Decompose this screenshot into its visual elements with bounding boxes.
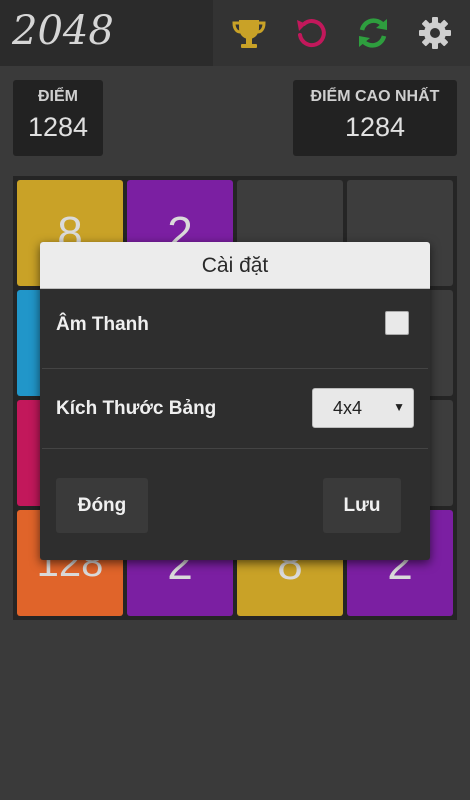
save-button[interactable]: Lưu bbox=[323, 478, 401, 533]
best-score-box: ĐIỂM CAO NHẤT 1284 bbox=[293, 80, 457, 156]
close-button[interactable]: Đóng bbox=[56, 478, 148, 533]
settings-dialog: Cài đặt Âm Thanh Kích Thước Bảng 4x4 ▼ Đ… bbox=[40, 242, 430, 560]
undo-icon[interactable] bbox=[292, 14, 330, 52]
score-label: ĐIỂM bbox=[38, 88, 78, 105]
score-value: 1284 bbox=[27, 112, 89, 142]
top-bar: 2048 bbox=[0, 0, 470, 66]
score-box: ĐIỂM 1284 bbox=[13, 80, 103, 156]
divider bbox=[42, 368, 428, 369]
best-score-label: ĐIỂM CAO NHẤT bbox=[310, 88, 440, 105]
trophy-icon[interactable] bbox=[230, 14, 268, 52]
refresh-icon[interactable] bbox=[354, 14, 392, 52]
logo-area: 2048 bbox=[0, 0, 213, 66]
settings-icon[interactable] bbox=[416, 14, 454, 52]
best-score-value: 1284 bbox=[344, 112, 406, 142]
sound-checkbox[interactable] bbox=[385, 311, 409, 335]
dialog-title: Cài đặt bbox=[40, 242, 430, 289]
board-size-value: 4x4 bbox=[333, 398, 363, 418]
dropdown-arrow-icon: ▼ bbox=[393, 400, 405, 414]
board-size-label: Kích Thước Bảng bbox=[56, 398, 217, 419]
divider bbox=[42, 448, 428, 449]
board-size-select[interactable]: 4x4 ▼ bbox=[312, 388, 414, 428]
sound-label: Âm Thanh bbox=[56, 314, 149, 335]
app-title: 2048 bbox=[12, 8, 114, 54]
